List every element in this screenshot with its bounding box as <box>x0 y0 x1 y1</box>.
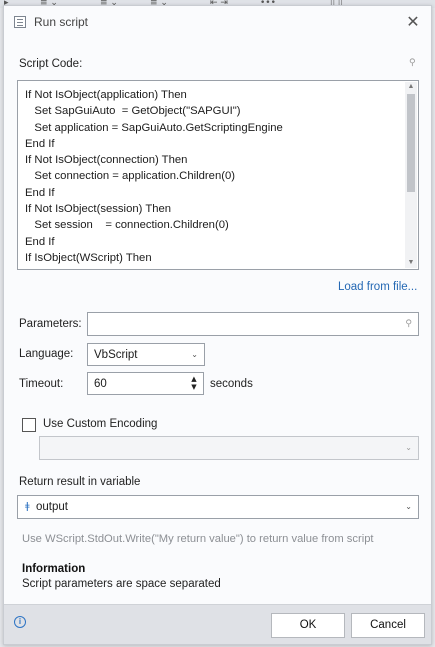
information-text: Script parameters are space separated <box>22 578 221 590</box>
cancel-button[interactable]: Cancel <box>351 613 425 638</box>
code-line: Set SapGuiAuto = GetObject("SAPGUI") <box>25 105 241 118</box>
dialog-title: Run script <box>34 15 89 29</box>
code-line: End If <box>25 186 55 199</box>
close-button[interactable]: ✕ <box>403 12 423 32</box>
return-hint: Use WScript.StdOut.Write("My return valu… <box>22 533 374 545</box>
stepper-buttons[interactable]: ▲ ▼ <box>189 375 199 392</box>
stepper-down-icon[interactable]: ▼ <box>189 383 199 391</box>
language-value: VbScript <box>94 349 138 361</box>
code-line: Set application = SapGuiAuto.GetScriptin… <box>25 121 283 134</box>
information-heading: Information <box>22 563 86 575</box>
info-icon[interactable]: i <box>14 616 26 628</box>
code-line: If IsObject(WScript) Then <box>25 251 152 264</box>
timeout-value: 60 <box>94 378 107 390</box>
code-line: If Not IsObject(connection) Then <box>25 154 188 167</box>
timeout-stepper[interactable]: 60 ▲ ▼ <box>87 372 204 395</box>
run-script-dialog: Run script ✕ Script Code: ⚲ If Not IsObj… <box>3 5 432 645</box>
scroll-thumb[interactable] <box>407 94 415 192</box>
return-variable-select[interactable]: ǂ output ⌄ <box>17 495 419 519</box>
code-line: Set session = connection.Children(0) <box>25 219 229 232</box>
code-scrollbar[interactable]: ▲ ▼ <box>405 82 417 268</box>
load-from-file-link[interactable]: Load from file... <box>338 281 417 293</box>
chevron-down-icon: ⌄ <box>405 502 412 511</box>
return-variable-label: Return result in variable <box>19 476 141 488</box>
code-line: If Not IsObject(session) Then <box>25 203 172 216</box>
script-code-editor[interactable]: If Not IsObject(application) Then Set Sa… <box>17 80 419 270</box>
ok-button[interactable]: OK <box>271 613 345 638</box>
chevron-down-icon: ⌄ <box>191 350 198 359</box>
code-line: Set connection = application.Children(0) <box>25 170 236 183</box>
code-line: If Not IsObject(application) Then <box>25 89 187 101</box>
timeout-label: Timeout: <box>19 378 64 390</box>
code-line: End If <box>25 137 55 150</box>
scroll-up-icon[interactable]: ▲ <box>405 82 417 92</box>
script-code-label: Script Code: <box>19 58 83 70</box>
pin-icon[interactable]: ⚲ <box>405 319 412 329</box>
dialog-footer: i OK Cancel <box>4 604 431 644</box>
return-variable-value: output <box>36 501 68 513</box>
title-bar: Run script ✕ <box>4 6 431 38</box>
pin-icon[interactable]: ⚲ <box>409 58 416 68</box>
custom-encoding-checkbox[interactable] <box>22 418 36 432</box>
scroll-down-icon[interactable]: ▼ <box>405 258 417 268</box>
code-line: WScript.ConnectObject session, "on" <box>25 266 397 269</box>
language-select[interactable]: VbScript ⌄ <box>87 343 205 366</box>
script-icon <box>14 16 26 28</box>
variable-icon: ǂ <box>25 501 30 512</box>
code-line: End If <box>25 235 55 248</box>
timeout-unit: seconds <box>210 378 253 390</box>
stepper-up-icon[interactable]: ▲ <box>189 375 199 383</box>
parameters-input[interactable]: ⚲ <box>87 312 419 336</box>
parameters-label: Parameters: <box>19 318 82 330</box>
chevron-down-icon: ⌄ <box>405 443 412 452</box>
language-label: Language: <box>19 348 74 360</box>
code-lines: If Not IsObject(application) Then Set Sa… <box>25 87 397 269</box>
encoding-select[interactable]: ⌄ <box>39 436 419 460</box>
custom-encoding-label[interactable]: Use Custom Encoding <box>43 418 157 430</box>
